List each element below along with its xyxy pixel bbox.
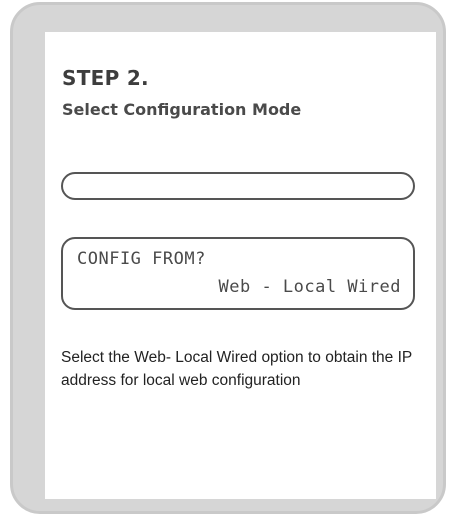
step-subtitle: Select Configuration Mode bbox=[62, 100, 302, 119]
lcd-line-1: CONFIG FROM? bbox=[77, 249, 206, 269]
progress-bar bbox=[61, 172, 415, 200]
step-title: STEP 2. bbox=[62, 66, 149, 90]
lcd-line-2: Web - Local Wired bbox=[218, 277, 401, 297]
instruction-text: Select the Web- Local Wired option to ob… bbox=[61, 349, 412, 389]
lcd-display: CONFIG FROM? Web - Local Wired bbox=[61, 237, 415, 310]
